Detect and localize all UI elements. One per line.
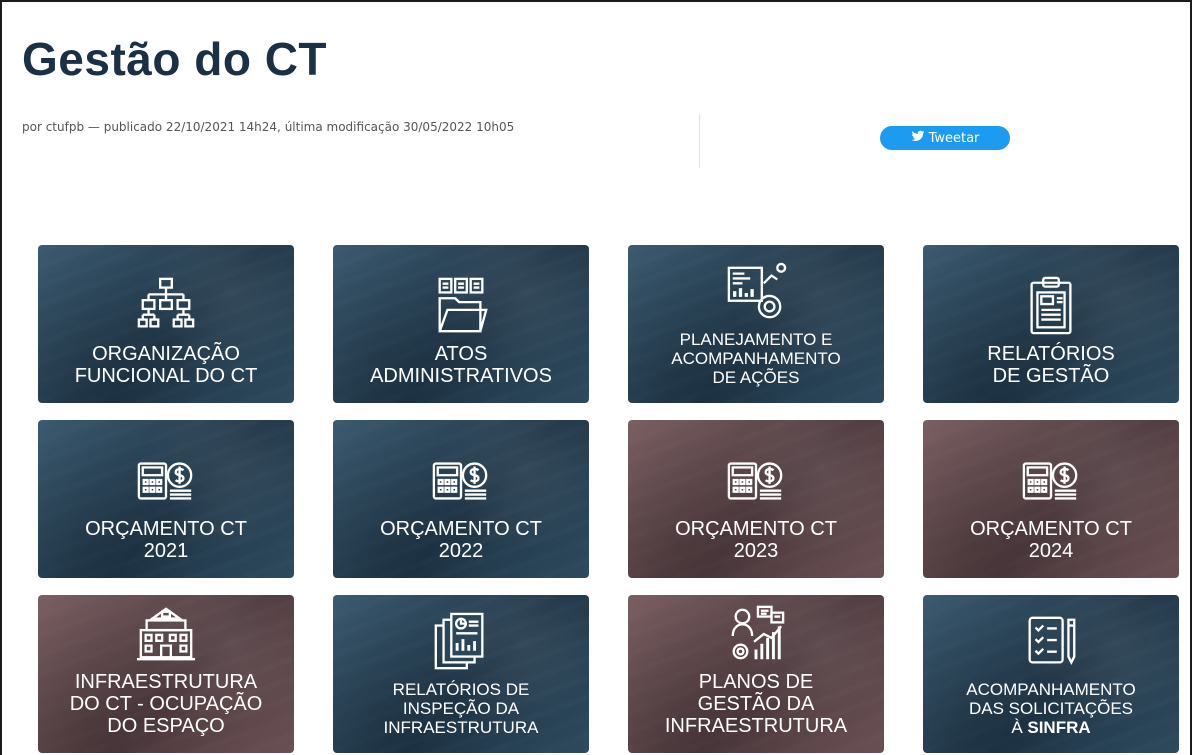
tile-label: INFRAESTRUTURA DO CT - OCUPAÇÃO DO ESPAÇ…	[69, 671, 263, 737]
clipboard-report-icon	[1020, 275, 1082, 337]
tile-orcamento-2022[interactable]: ORÇAMENTO CT 2022	[333, 420, 589, 578]
tile-label: ACOMPANHAMENTO DAS SOLICITAÇÕES À SINFRA	[958, 680, 1143, 737]
tiles-grid: ORGANIZAÇÃO FUNCIONAL DO CT ATOS ADMINIS…	[38, 245, 1179, 753]
tile-orcamento-2023[interactable]: ORÇAMENTO CT 2023	[628, 420, 884, 578]
tile-label-bold: SINFRA	[1027, 718, 1091, 737]
tile-label: ORÇAMENTO CT 2024	[970, 518, 1132, 562]
tile-label: ORGANIZAÇÃO FUNCIONAL DO CT	[74, 343, 258, 387]
analytics-board-icon	[725, 262, 787, 324]
tile-label: ORÇAMENTO CT 2022	[380, 518, 542, 562]
page-frame: Gestão do CT por ctufpb — publicado 22/1…	[0, 0, 1192, 755]
page-title: Gestão do CT	[22, 33, 328, 85]
tile-infraestrutura-ocupacao[interactable]: INFRAESTRUTURA DO CT - OCUPAÇÃO DO ESPAÇ…	[38, 595, 294, 753]
documents-folder-icon	[430, 275, 492, 337]
tile-orcamento-2021[interactable]: ORÇAMENTO CT 2021	[38, 420, 294, 578]
tile-label: ORÇAMENTO CT 2021	[85, 518, 247, 562]
tile-planejamento-acompanhamento[interactable]: PLANEJAMENTO E ACOMPANHAMENTO DE AÇÕES	[628, 245, 884, 403]
calculator-money-icon	[135, 450, 197, 512]
tile-organizacao-funcional[interactable]: ORGANIZAÇÃO FUNCIONAL DO CT	[38, 245, 294, 403]
tile-relatorios-inspecao[interactable]: RELATÓRIOS DE INSPEÇÃO DA INFRAESTRUTURA	[333, 595, 589, 753]
calculator-money-icon	[1020, 450, 1082, 512]
tile-label: RELATÓRIOS DE INSPEÇÃO DA INFRAESTRUTURA	[383, 680, 539, 737]
tile-label: ATOS ADMINISTRATIVOS	[370, 343, 552, 387]
tile-orcamento-2024[interactable]: ORÇAMENTO CT 2024	[923, 420, 1179, 578]
tile-label: PLANOS DE GESTÃO DA INFRAESTRUTURA	[664, 671, 848, 737]
tile-atos-administrativos[interactable]: ATOS ADMINISTRATIVOS	[333, 245, 589, 403]
calculator-money-icon	[725, 450, 787, 512]
tile-acompanhamento-sinfra[interactable]: ACOMPANHAMENTO DAS SOLICITAÇÕES À SINFRA	[923, 595, 1179, 753]
building-icon	[135, 603, 197, 665]
report-pages-icon	[430, 612, 492, 674]
checklist-pen-icon	[1020, 612, 1082, 674]
tile-label: ORÇAMENTO CT 2023	[675, 518, 837, 562]
tile-planos-gestao[interactable]: PLANOS DE GESTÃO DA INFRAESTRUTURA	[628, 595, 884, 753]
tweet-button[interactable]: Tweetar	[880, 126, 1010, 150]
tweet-label: Tweetar	[928, 130, 980, 146]
tile-label: PLANEJAMENTO E ACOMPANHAMENTO DE AÇÕES	[671, 330, 841, 387]
byline: por ctufpb — publicado 22/10/2021 14h24,…	[22, 120, 515, 134]
tile-label: RELATÓRIOS DE GESTÃO	[987, 343, 1115, 387]
manager-chart-icon	[725, 603, 787, 665]
divider	[699, 114, 700, 168]
twitter-bird-icon	[911, 129, 925, 147]
org-chart-icon	[135, 275, 197, 337]
tile-relatorios-gestao[interactable]: RELATÓRIOS DE GESTÃO	[923, 245, 1179, 403]
calculator-money-icon	[430, 450, 492, 512]
